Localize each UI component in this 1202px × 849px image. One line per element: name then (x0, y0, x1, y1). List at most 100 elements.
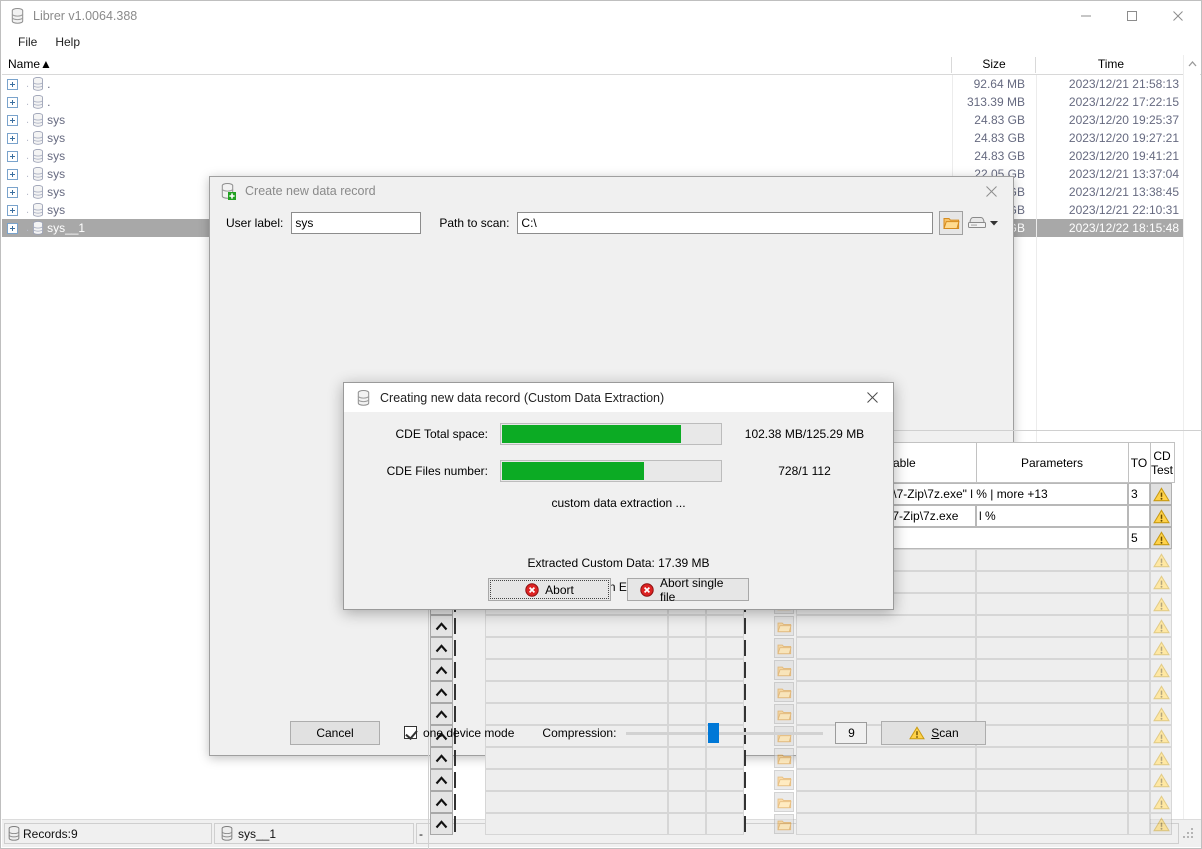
move-up-icon[interactable] (430, 615, 453, 637)
cde-min-size-value[interactable] (668, 615, 706, 637)
warning-icon[interactable] (1150, 527, 1172, 549)
cde-min-size-cell[interactable] (668, 791, 706, 813)
expand-icon[interactable] (7, 79, 18, 90)
folder-icon[interactable] (774, 682, 794, 702)
close-icon[interactable] (1155, 1, 1201, 31)
cde-timeout-value[interactable] (1128, 637, 1150, 659)
cde-min-size-value[interactable] (668, 791, 706, 813)
cde-row[interactable] (430, 791, 1174, 813)
cde-max-size-cell[interactable] (706, 615, 744, 637)
cde-max-size-value[interactable] (706, 813, 744, 835)
cde-cd-test-cell[interactable] (1150, 593, 1174, 615)
cde-shell-cell[interactable] (744, 813, 774, 835)
warning-icon[interactable] (1150, 769, 1172, 791)
cde-row[interactable] (430, 659, 1174, 681)
move-up-icon[interactable] (430, 637, 453, 659)
cde-cd-test-cell[interactable] (1150, 813, 1174, 835)
cde-timeout-value[interactable] (1128, 615, 1150, 637)
close-icon[interactable] (851, 383, 893, 412)
cde-parameters-value[interactable] (976, 593, 1128, 615)
cde-max-size-value[interactable] (706, 659, 744, 681)
cde-timeout-value[interactable] (1128, 725, 1150, 747)
cde-min-size-value[interactable] (668, 769, 706, 791)
warning-icon[interactable] (1150, 483, 1172, 505)
warning-icon[interactable] (1150, 615, 1172, 637)
folder-icon[interactable] (774, 638, 794, 658)
close-icon[interactable] (969, 177, 1013, 205)
open-folder-icon[interactable] (939, 211, 963, 235)
cde-max-size-cell[interactable] (706, 813, 744, 835)
cde-timeout-cell[interactable] (1128, 791, 1150, 813)
cde-shell-checkbox[interactable] (744, 684, 746, 700)
cde-file-mask-value[interactable] (485, 791, 668, 813)
cde-timeout-value[interactable] (1128, 659, 1150, 681)
cde-max-size-cell[interactable] (706, 769, 744, 791)
cde-parameters-cell[interactable] (976, 769, 1128, 791)
column-header-name[interactable]: Name▲ (2, 55, 952, 75)
cde-file-mask-value[interactable] (485, 681, 668, 703)
cde-shell-checkbox[interactable] (744, 816, 746, 832)
cde-cd-test-cell[interactable] (1150, 637, 1174, 659)
scroll-up-icon[interactable] (1184, 55, 1201, 72)
cde-min-size-cell[interactable] (668, 769, 706, 791)
cde-max-size-cell[interactable] (706, 659, 744, 681)
record-row[interactable]: .sys24.83 GB2023/12/20 19:25:37 (2, 111, 1185, 129)
cde-timeout-value[interactable] (1128, 703, 1150, 725)
move-up-icon[interactable] (430, 681, 453, 703)
expand-icon[interactable] (7, 115, 18, 126)
cde-max-size-value[interactable] (706, 769, 744, 791)
cde-shell-icon-cell[interactable] (774, 681, 796, 703)
folder-icon[interactable] (774, 770, 794, 790)
compression-slider[interactable] (626, 722, 823, 744)
cde-max-size-value[interactable] (706, 637, 744, 659)
cde-use-checkbox[interactable] (454, 772, 456, 788)
cde-timeout-cell[interactable] (1128, 593, 1150, 615)
scan-button[interactable]: Scan (881, 721, 986, 745)
cde-min-size-cell[interactable] (668, 659, 706, 681)
maximize-icon[interactable] (1109, 1, 1155, 31)
cde-shell-icon-cell[interactable] (774, 615, 796, 637)
cde-max-size-value[interactable] (706, 791, 744, 813)
cde-executable-value[interactable] (796, 637, 976, 659)
cde-row[interactable] (430, 813, 1174, 835)
column-header-time[interactable]: Time (1036, 55, 1186, 75)
expand-icon[interactable] (7, 187, 18, 198)
cde-row[interactable] (430, 615, 1174, 637)
cde-file-mask-cell[interactable] (485, 637, 668, 659)
cde-timeout-cell[interactable] (1128, 681, 1150, 703)
cde-shell-icon-cell[interactable] (774, 813, 796, 835)
folder-icon[interactable] (774, 660, 794, 680)
abort-button[interactable]: Abort (488, 578, 611, 601)
warning-icon[interactable] (1150, 681, 1172, 703)
cde-timeout-value[interactable] (1128, 681, 1150, 703)
record-row[interactable]: ..92.64 MB2023/12/21 21:58:13 (2, 75, 1185, 93)
cde-parameters-value[interactable] (976, 637, 1128, 659)
cde-parameters-value[interactable] (976, 769, 1128, 791)
warning-icon[interactable] (1150, 549, 1172, 571)
move-up-icon[interactable] (430, 659, 453, 681)
cde-executable-cell[interactable] (796, 615, 976, 637)
cde-use-checkbox[interactable] (454, 794, 456, 810)
cde-parameters-value[interactable] (976, 813, 1128, 835)
expand-icon[interactable] (7, 223, 18, 234)
cde-use-cell[interactable] (454, 637, 485, 659)
expand-icon[interactable] (7, 151, 18, 162)
cde-use-cell[interactable] (454, 813, 485, 835)
cde-executable-value[interactable] (796, 813, 976, 835)
cde-cd-test-cell[interactable] (1150, 725, 1174, 747)
folder-icon[interactable] (774, 792, 794, 812)
cde-max-size-value[interactable] (706, 681, 744, 703)
cde-parameters-cell[interactable] (976, 791, 1128, 813)
cde-timeout-cell[interactable] (1128, 549, 1150, 571)
cde-file-mask-cell[interactable] (485, 615, 668, 637)
move-up-icon[interactable] (430, 769, 453, 791)
cde-file-mask-value[interactable] (485, 659, 668, 681)
cde-timeout-cell[interactable] (1128, 747, 1150, 769)
warning-icon[interactable] (1150, 703, 1172, 725)
cde-file-mask-value[interactable] (485, 637, 668, 659)
cde-shell-cell[interactable] (744, 659, 774, 681)
menu-file[interactable]: File (9, 33, 46, 51)
cde-file-mask-value[interactable] (485, 615, 668, 637)
cde-cd-test-cell[interactable] (1150, 505, 1174, 527)
record-row[interactable]: ..313.39 MB2023/12/22 17:22:15 (2, 93, 1185, 111)
